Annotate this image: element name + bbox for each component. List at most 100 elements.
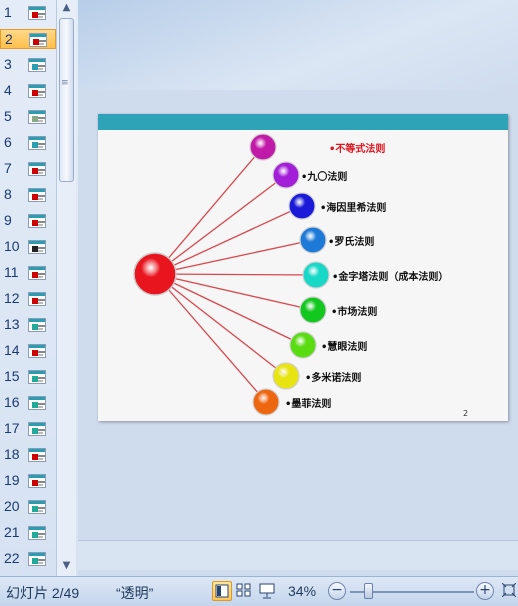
slide-thumbnail[interactable]: 15 <box>0 367 56 387</box>
slide-thumbnail[interactable]: 11 <box>0 263 56 283</box>
slide-thumbnail[interactable]: 6 <box>0 133 56 153</box>
law-ball <box>272 362 300 390</box>
slide-thumbnail[interactable]: 20 <box>0 497 56 517</box>
fit-window-icon <box>502 583 516 597</box>
law-ball <box>299 226 327 254</box>
slide-thumbnail[interactable]: 10 <box>0 237 56 257</box>
connector-line <box>154 205 303 275</box>
slide-thumbnail[interactable]: 14 <box>0 341 56 361</box>
law-ball <box>249 133 277 161</box>
slide-thumbnail[interactable]: 4 <box>0 81 56 101</box>
status-bar: 幻灯片 2/49 “透明” 34% − + <box>0 576 518 606</box>
theme-name: “透明” <box>116 585 154 601</box>
slide-thumbnail-image <box>28 292 46 306</box>
slide-thumbnail[interactable]: 21 <box>0 523 56 543</box>
slide-thumbnail-number: 20 <box>4 498 20 514</box>
slide-thumbnail-image <box>28 448 46 462</box>
slide-thumbnail-image <box>28 474 46 488</box>
slide-thumbnail[interactable]: 5 <box>0 107 56 127</box>
slide-thumbnail-image <box>28 396 46 410</box>
slide-thumbnail[interactable]: 16 <box>0 393 56 413</box>
slide-thumbnail[interactable]: 22 <box>0 549 56 569</box>
law-label: •九〇法则 <box>301 172 348 183</box>
horizontal-scrollbar[interactable] <box>78 540 518 570</box>
slide-sorter-button[interactable] <box>234 581 254 601</box>
zoom-slider-handle[interactable] <box>364 583 373 599</box>
slide-thumbnail[interactable]: 2 <box>0 29 56 49</box>
thumbnail-scrollbar[interactable]: ▲ ≡ ▼ <box>56 0 76 576</box>
law-label: •不等式法则 <box>329 144 386 155</box>
zoom-level[interactable]: 34% <box>288 583 316 599</box>
slide-thumbnail-number: 13 <box>4 316 20 332</box>
connector-line <box>154 273 317 276</box>
slide-thumbnail-number: 17 <box>4 420 20 436</box>
slide-thumbnail[interactable]: 7 <box>0 159 56 179</box>
scroll-up-icon[interactable]: ▲ <box>57 0 76 16</box>
fit-to-window-button[interactable] <box>500 581 518 601</box>
law-label: •慧眼法则 <box>321 342 368 353</box>
zoom-out-button[interactable]: − <box>328 582 346 600</box>
slide-thumbnail-number: 5 <box>4 108 12 124</box>
law-ball <box>272 161 300 189</box>
slide-thumbnail-image <box>28 500 46 514</box>
slide-counter: 幻灯片 2/49 <box>6 585 80 601</box>
normal-view-icon <box>215 584 229 598</box>
slide-thumbnail-number: 11 <box>4 264 19 280</box>
law-label: •海因里希法则 <box>320 203 387 214</box>
slide-thumbnail-image <box>28 526 46 540</box>
law-label: •金字塔法则（成本法则） <box>332 272 449 283</box>
zoom-in-button[interactable]: + <box>476 582 494 600</box>
slide-thumbnail-number: 16 <box>4 394 20 410</box>
slide-thumbnail-number: 8 <box>4 186 12 202</box>
slide-thumbnail-image <box>28 162 46 176</box>
current-slide[interactable]: 2 •不等式法则 •九〇法则 •海因里希法则 •罗氏法则 •金字塔法则（成本法则） •市场… <box>98 114 508 421</box>
center-ball <box>133 252 177 296</box>
slide-thumbnail-image <box>28 266 46 280</box>
scroll-down-icon[interactable]: ▼ <box>57 558 76 574</box>
slide-thumbnail[interactable]: 9 <box>0 211 56 231</box>
connector-line <box>154 239 314 275</box>
slide-thumbnail-number: 18 <box>4 446 20 462</box>
slide-thumbnail-image <box>28 110 46 124</box>
slide-editing-area[interactable]: 2 •不等式法则 •九〇法则 •海因里希法则 •罗氏法则 •金字塔法则（成本法则） •市场… <box>78 0 518 576</box>
connector-line <box>154 273 304 346</box>
slide-thumbnail-image <box>28 318 46 332</box>
slide-thumbnail[interactable]: 17 <box>0 419 56 439</box>
slide-thumbnail-number: 2 <box>5 31 13 47</box>
slide-thumbnail[interactable]: 8 <box>0 185 56 205</box>
slide-thumbnail[interactable]: 13 <box>0 315 56 335</box>
scrollbar-thumb[interactable] <box>59 18 74 182</box>
connector-line <box>154 174 287 275</box>
grip-icon: ≡ <box>61 78 69 88</box>
slide-thumbnail-image <box>28 344 46 358</box>
slide-thumbnail[interactable]: 18 <box>0 445 56 465</box>
law-ball <box>288 192 316 220</box>
slide-thumbnail-number: 7 <box>4 160 12 176</box>
normal-view-button[interactable] <box>212 581 232 601</box>
slide-thumbnail-image <box>28 370 46 384</box>
law-ball <box>289 331 317 359</box>
slide-thumbnail-number: 22 <box>4 550 20 566</box>
slide-show-button[interactable] <box>257 581 277 601</box>
slide-thumbnail[interactable]: 19 <box>0 471 56 491</box>
slide-thumbnail-number: 9 <box>4 212 12 228</box>
slide-thumbnail-number: 19 <box>4 472 20 488</box>
slide-thumbnail-image <box>28 188 46 202</box>
slide-thumbnail-number: 1 <box>4 4 12 20</box>
slide-show-icon <box>259 583 275 599</box>
law-ball <box>302 261 330 289</box>
law-label: •墨菲法则 <box>285 399 332 410</box>
slide-thumbnail-number: 12 <box>4 290 20 306</box>
slide-thumbnail-image <box>28 84 46 98</box>
slide-thumbnail-image <box>28 240 46 254</box>
slide-thumbnail-image <box>28 6 46 20</box>
connector-line <box>154 146 264 275</box>
slide-thumbnail-number: 10 <box>4 238 20 254</box>
slide-thumbnail-number: 4 <box>4 82 12 98</box>
slide-thumbnail-image <box>28 552 46 566</box>
slide-thumbnail[interactable]: 12 <box>0 289 56 309</box>
slide-thumbnail[interactable]: 3 <box>0 55 56 75</box>
workspace-background <box>78 0 518 90</box>
slide-sorter-icon <box>236 583 251 597</box>
slide-thumbnail[interactable]: 1 <box>0 3 56 23</box>
